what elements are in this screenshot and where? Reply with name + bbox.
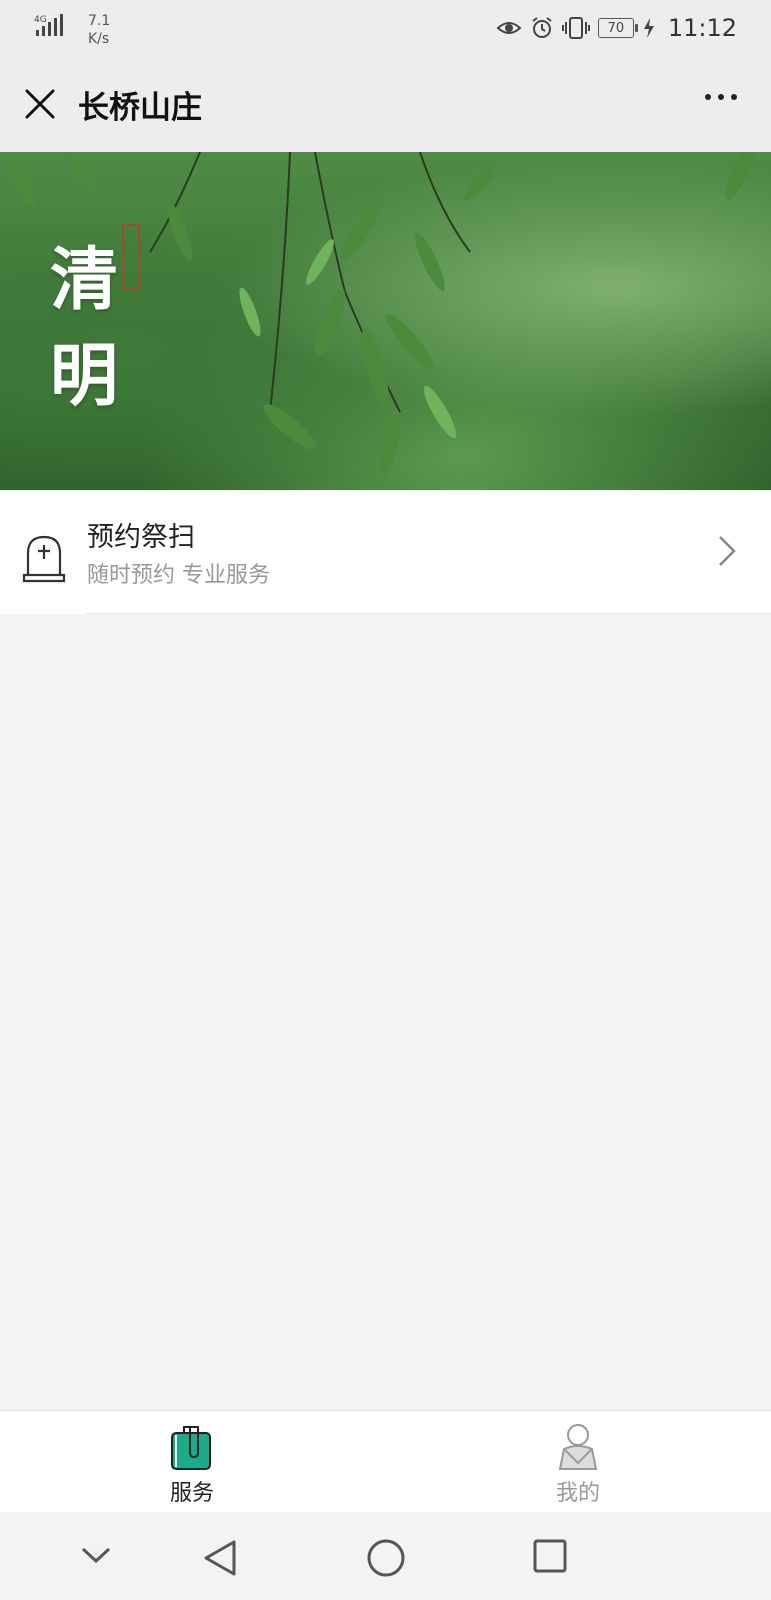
chevron-right-icon [719, 536, 736, 566]
charging-icon [643, 18, 654, 38]
tab-service[interactable]: 服务 [132, 1411, 252, 1513]
divider [86, 613, 771, 614]
tab-mine-label: 我的 [555, 1481, 600, 1506]
clock-time: 11:12 [667, 14, 737, 42]
profile-icon [558, 1424, 598, 1470]
list-item-appointment[interactable]: 预约祭扫 随时预约 专业服务 [0, 491, 771, 614]
list-item-title: 预约祭扫 [87, 522, 195, 553]
nav-bar: 长桥山庄 [0, 58, 771, 152]
battery-icon: 70 [597, 18, 638, 38]
more-dot [705, 94, 711, 100]
status-bar: 4G 7.1 K/s 70 11:12 [0, 0, 771, 58]
status-left: 4G 7.1 K/s [34, 12, 110, 48]
net-speed-value: 7.1 [88, 13, 111, 29]
eye-icon [496, 22, 522, 34]
recents-square-icon[interactable] [532, 1538, 568, 1574]
vibrate-icon [561, 17, 590, 39]
net-speed: 7.1 K/s [88, 12, 110, 48]
banner-title-line2: 明 [50, 336, 119, 416]
service-bag-icon [171, 1426, 211, 1470]
more-dot [731, 94, 737, 100]
banner-image: 清 明 [0, 152, 771, 490]
tab-service-label: 服务 [169, 1481, 214, 1506]
alarm-icon [532, 17, 552, 38]
banner-title-line1: 清 [50, 240, 119, 320]
cellular-signal-icon: 4G [34, 14, 63, 36]
system-nav-bar [0, 1512, 771, 1600]
close-icon[interactable] [22, 86, 58, 122]
tombstone-icon [22, 535, 66, 583]
page-title: 长桥山庄 [78, 90, 202, 126]
bottom-tab-bar: 服务 我的 [0, 1410, 771, 1513]
red-seal-stamp [122, 224, 140, 290]
net-speed-unit: K/s [88, 31, 110, 47]
more-menu-icon[interactable] [705, 94, 737, 100]
status-right: 70 11:12 [496, 14, 737, 42]
signal-type-label: 4G [34, 15, 47, 25]
list-item-subtitle: 随时预约 专业服务 [87, 563, 270, 588]
banner-title: 清 明 [50, 232, 118, 424]
tab-mine[interactable]: 我的 [518, 1411, 638, 1513]
collapse-down-icon[interactable] [80, 1546, 112, 1566]
back-triangle-icon[interactable] [200, 1538, 240, 1578]
home-circle-icon[interactable] [366, 1538, 406, 1578]
more-dot [718, 94, 724, 100]
